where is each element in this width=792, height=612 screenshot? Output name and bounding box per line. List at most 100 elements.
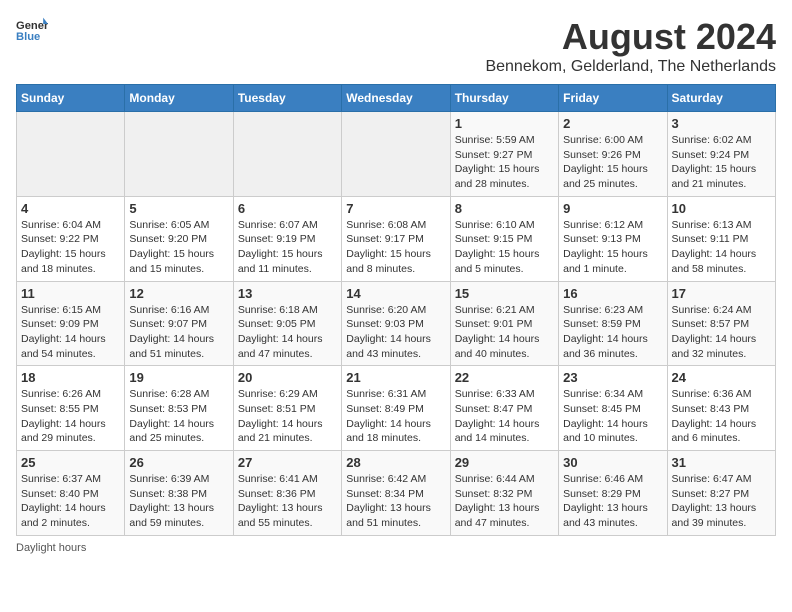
day-of-week-header: Friday <box>559 85 667 112</box>
day-info: Sunrise: 6:12 AMSunset: 9:13 PMDaylight:… <box>563 218 662 277</box>
day-info: Sunrise: 6:18 AMSunset: 9:05 PMDaylight:… <box>238 303 337 362</box>
calendar-cell: 22 Sunrise: 6:33 AMSunset: 8:47 PMDayligh… <box>450 366 558 451</box>
day-number: 12 <box>129 286 228 301</box>
calendar-week-row: 18Sunrise: 6:26 AMSunset: 8:55 PMDayligh… <box>17 366 776 451</box>
day-number: 5 <box>129 201 228 216</box>
calendar-cell: 10Sunrise: 6:13 AMSunset: 9:11 PMDayligh… <box>667 196 775 281</box>
day-of-week-header: Thursday <box>450 85 558 112</box>
calendar-cell: 26Sunrise: 6:39 AMSunset: 8:38 PMDayligh… <box>125 451 233 536</box>
day-number: 21 <box>346 370 445 385</box>
day-info: Sunrise: 6:16 AMSunset: 9:07 PMDaylight:… <box>129 303 228 362</box>
day-number: 15 <box>455 286 554 301</box>
day-number: 16 <box>563 286 662 301</box>
header: General Blue August 2024 Bennekom, Gelde… <box>16 16 776 76</box>
calendar-cell: 9 Sunrise: 6:12 AMSunset: 9:13 PMDaylight… <box>559 196 667 281</box>
day-info: Sunrise: 6:28 AMSunset: 8:53 PMDaylight:… <box>129 387 228 446</box>
footer-note: Daylight hours <box>16 542 776 554</box>
day-info: Sunrise: 6:41 AMSunset: 8:36 PMDaylight:… <box>238 472 337 531</box>
day-number: 2 <box>563 116 662 131</box>
day-number: 20 <box>238 370 337 385</box>
day-info: Sunrise: 6:07 AMSunset: 9:19 PMDaylight:… <box>238 218 337 277</box>
day-number: 25 <box>21 455 120 470</box>
calendar-cell: 25 Sunrise: 6:37 AMSunset: 8:40 PMDayligh… <box>17 451 125 536</box>
day-info: Sunrise: 5:59 AMSunset: 9:27 PMDaylight:… <box>455 133 554 192</box>
day-info: Sunrise: 6:02 AMSunset: 9:24 PMDaylight:… <box>672 133 771 192</box>
calendar-cell <box>342 112 450 197</box>
calendar-cell: 24Sunrise: 6:36 AMSunset: 8:43 PMDayligh… <box>667 366 775 451</box>
calendar-cell: 30 Sunrise: 6:46 AMSunset: 8:29 PMDayligh… <box>559 451 667 536</box>
day-info: Sunrise: 6:21 AMSunset: 9:01 PMDaylight:… <box>455 303 554 362</box>
day-info: Sunrise: 6:33 AMSunset: 8:47 PMDaylight:… <box>455 387 554 446</box>
day-info: Sunrise: 6:05 AMSunset: 9:20 PMDaylight:… <box>129 218 228 277</box>
title-area: August 2024 Bennekom, Gelderland, The Ne… <box>485 16 776 76</box>
day-number: 29 <box>455 455 554 470</box>
day-number: 1 <box>455 116 554 131</box>
day-number: 6 <box>238 201 337 216</box>
day-info: Sunrise: 6:23 AMSunset: 8:59 PMDaylight:… <box>563 303 662 362</box>
calendar-cell: 19 Sunrise: 6:28 AMSunset: 8:53 PMDayligh… <box>125 366 233 451</box>
logo-icon: General Blue <box>16 16 48 44</box>
day-number: 4 <box>21 201 120 216</box>
day-info: Sunrise: 6:08 AMSunset: 9:17 PMDaylight:… <box>346 218 445 277</box>
day-number: 31 <box>672 455 771 470</box>
day-number: 17 <box>672 286 771 301</box>
day-number: 19 <box>129 370 228 385</box>
calendar-cell: 8 Sunrise: 6:10 AMSunset: 9:15 PMDaylight… <box>450 196 558 281</box>
day-info: Sunrise: 6:37 AMSunset: 8:40 PMDaylight:… <box>21 472 120 531</box>
day-number: 13 <box>238 286 337 301</box>
calendar-cell: 27Sunrise: 6:41 AMSunset: 8:36 PMDayligh… <box>233 451 341 536</box>
calendar-cell: 13 Sunrise: 6:18 AMSunset: 9:05 PMDayligh… <box>233 281 341 366</box>
calendar-cell: 17Sunrise: 6:24 AMSunset: 8:57 PMDayligh… <box>667 281 775 366</box>
day-of-week-header: Tuesday <box>233 85 341 112</box>
day-info: Sunrise: 6:47 AMSunset: 8:27 PMDaylight:… <box>672 472 771 531</box>
calendar-cell: 31 Sunrise: 6:47 AMSunset: 8:27 PMDayligh… <box>667 451 775 536</box>
calendar-cell: 29 Sunrise: 6:44 AMSunset: 8:32 PMDayligh… <box>450 451 558 536</box>
calendar-cell: 6 Sunrise: 6:07 AMSunset: 9:19 PMDaylight… <box>233 196 341 281</box>
calendar-week-row: 1 Sunrise: 5:59 AMSunset: 9:27 PMDaylight… <box>17 112 776 197</box>
day-number: 23 <box>563 370 662 385</box>
calendar-cell: 5 Sunrise: 6:05 AMSunset: 9:20 PMDaylight… <box>125 196 233 281</box>
calendar-cell: 12 Sunrise: 6:16 AMSunset: 9:07 PMDayligh… <box>125 281 233 366</box>
subtitle: Bennekom, Gelderland, The Netherlands <box>485 58 776 76</box>
day-number: 24 <box>672 370 771 385</box>
calendar-cell: 2Sunrise: 6:00 AMSunset: 9:26 PMDaylight… <box>559 112 667 197</box>
day-number: 8 <box>455 201 554 216</box>
calendar-cell: 14Sunrise: 6:20 AMSunset: 9:03 PMDayligh… <box>342 281 450 366</box>
day-info: Sunrise: 6:44 AMSunset: 8:32 PMDaylight:… <box>455 472 554 531</box>
calendar-cell: 20 Sunrise: 6:29 AMSunset: 8:51 PMDayligh… <box>233 366 341 451</box>
calendar-cell: 7 Sunrise: 6:08 AMSunset: 9:17 PMDaylight… <box>342 196 450 281</box>
calendar-cell: 4Sunrise: 6:04 AMSunset: 9:22 PMDaylight… <box>17 196 125 281</box>
day-info: Sunrise: 6:15 AMSunset: 9:09 PMDaylight:… <box>21 303 120 362</box>
day-number: 10 <box>672 201 771 216</box>
day-number: 22 <box>455 370 554 385</box>
day-of-week-header: Monday <box>125 85 233 112</box>
calendar-cell <box>125 112 233 197</box>
day-info: Sunrise: 6:10 AMSunset: 9:15 PMDaylight:… <box>455 218 554 277</box>
calendar-cell: 11Sunrise: 6:15 AMSunset: 9:09 PMDayligh… <box>17 281 125 366</box>
calendar-cell <box>233 112 341 197</box>
day-info: Sunrise: 6:20 AMSunset: 9:03 PMDaylight:… <box>346 303 445 362</box>
day-number: 30 <box>563 455 662 470</box>
logo: General Blue <box>16 16 48 44</box>
day-number: 3 <box>672 116 771 131</box>
calendar-week-row: 4Sunrise: 6:04 AMSunset: 9:22 PMDaylight… <box>17 196 776 281</box>
calendar-cell <box>17 112 125 197</box>
svg-text:Blue: Blue <box>16 31 40 43</box>
calendar-cell: 23 Sunrise: 6:34 AMSunset: 8:45 PMDayligh… <box>559 366 667 451</box>
calendar-cell: 21Sunrise: 6:31 AMSunset: 8:49 PMDayligh… <box>342 366 450 451</box>
calendar-week-row: 25 Sunrise: 6:37 AMSunset: 8:40 PMDayligh… <box>17 451 776 536</box>
day-number: 7 <box>346 201 445 216</box>
calendar-cell: 18Sunrise: 6:26 AMSunset: 8:55 PMDayligh… <box>17 366 125 451</box>
day-info: Sunrise: 6:39 AMSunset: 8:38 PMDaylight:… <box>129 472 228 531</box>
main-title: August 2024 <box>485 16 776 58</box>
calendar-cell: 15 Sunrise: 6:21 AMSunset: 9:01 PMDayligh… <box>450 281 558 366</box>
day-info: Sunrise: 6:29 AMSunset: 8:51 PMDaylight:… <box>238 387 337 446</box>
day-info: Sunrise: 6:46 AMSunset: 8:29 PMDaylight:… <box>563 472 662 531</box>
calendar-week-row: 11Sunrise: 6:15 AMSunset: 9:09 PMDayligh… <box>17 281 776 366</box>
day-info: Sunrise: 6:26 AMSunset: 8:55 PMDaylight:… <box>21 387 120 446</box>
day-of-week-header: Sunday <box>17 85 125 112</box>
day-info: Sunrise: 6:34 AMSunset: 8:45 PMDaylight:… <box>563 387 662 446</box>
calendar-cell: 1 Sunrise: 5:59 AMSunset: 9:27 PMDaylight… <box>450 112 558 197</box>
day-number: 9 <box>563 201 662 216</box>
calendar-cell: 16 Sunrise: 6:23 AMSunset: 8:59 PMDayligh… <box>559 281 667 366</box>
